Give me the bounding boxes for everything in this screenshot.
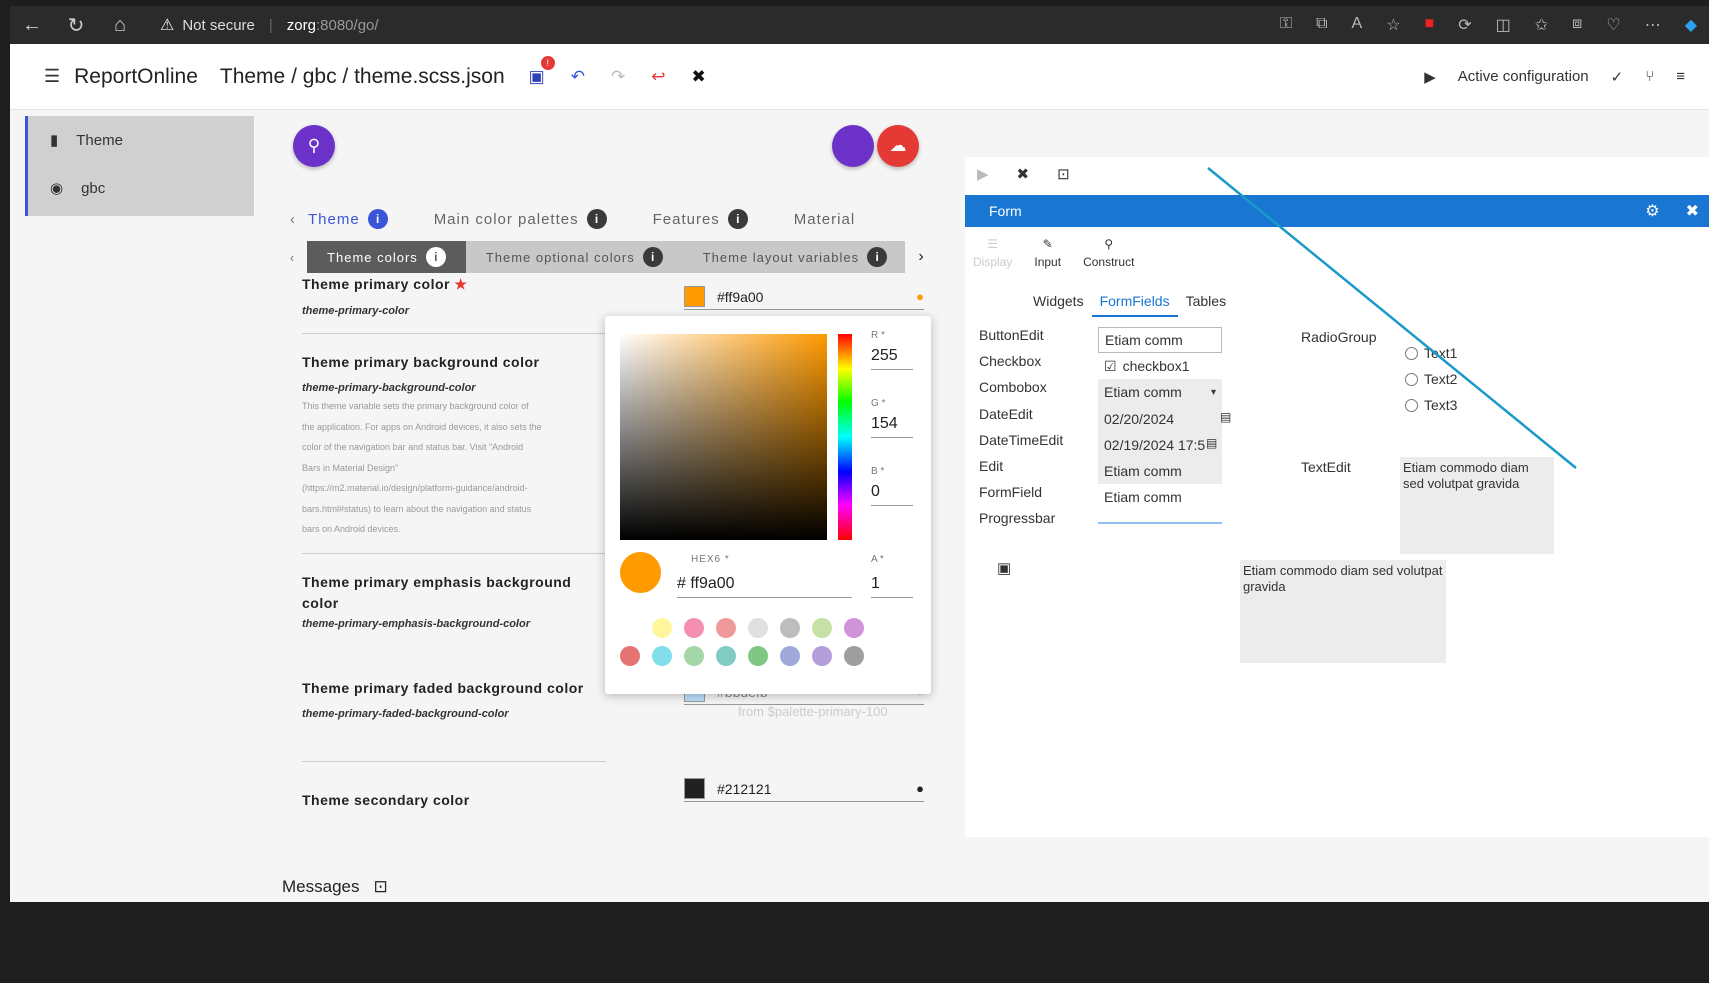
- browser-extension-icons: ⚿ ⧉ A ☆ ■ ⟳ ◫ ✩ ⧈ ♡ ⋯ ◆: [1280, 15, 1709, 35]
- bookmark-add-icon[interactable]: ☆: [1386, 15, 1400, 35]
- key-icon[interactable]: ⚿: [1280, 15, 1292, 35]
- browser-toolbar: ← ↻ ⌂ ⚠ Not secure | zorg:8080/go/ ⚿ ⧉ A…: [10, 6, 1709, 44]
- app-window: ☰ ReportOnline Theme / gbc / theme.scss.…: [10, 44, 1709, 902]
- read-aloud-icon[interactable]: A: [1352, 15, 1363, 35]
- copilot-icon[interactable]: ◆: [1685, 15, 1697, 35]
- back-icon[interactable]: ←: [10, 14, 54, 37]
- drag-connector-line: [1207, 167, 1577, 469]
- favorites-icon[interactable]: ✩: [1535, 15, 1548, 35]
- reload-icon[interactable]: ↻: [54, 13, 98, 38]
- extension-icon[interactable]: ■: [1425, 15, 1435, 35]
- url-host: zorg: [286, 16, 316, 34]
- home-icon[interactable]: ⌂: [98, 14, 142, 37]
- refresh-extension-icon[interactable]: ⟳: [1458, 15, 1471, 35]
- open-app-icon[interactable]: ⧉: [1316, 15, 1327, 35]
- warning-icon: ⚠: [160, 17, 175, 34]
- not-secure-label: Not secure: [182, 16, 255, 34]
- collections-icon[interactable]: ⧈: [1572, 15, 1582, 35]
- address-bar[interactable]: ⚠ Not secure | zorg:8080/go/: [160, 15, 379, 35]
- split-screen-icon[interactable]: ◫: [1496, 15, 1511, 35]
- more-icon[interactable]: ⋯: [1645, 15, 1661, 35]
- address-separator: |: [268, 16, 273, 34]
- performance-icon[interactable]: ♡: [1606, 15, 1620, 35]
- url-path: :8080/go/: [315, 16, 379, 34]
